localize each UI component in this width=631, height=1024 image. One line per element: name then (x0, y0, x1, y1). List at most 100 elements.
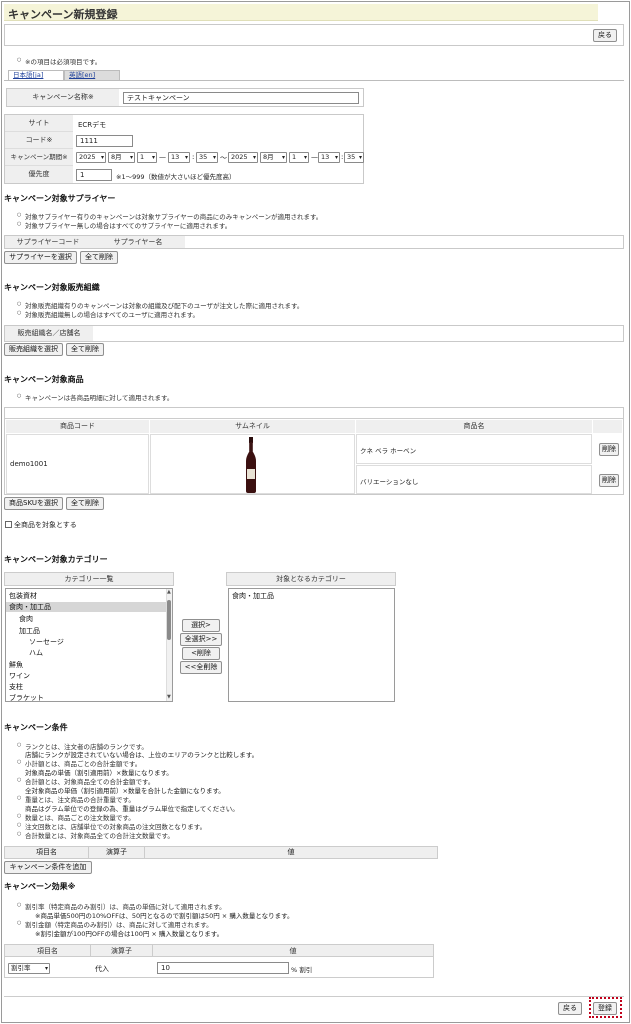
select-org-button[interactable]: 販売組織を選択 (4, 343, 63, 356)
chevron-down-icon: ▾ (334, 154, 338, 161)
dash-separator: — (159, 153, 166, 161)
chevron-down-icon: ▾ (129, 154, 133, 161)
priority-hint: ※1〜999（数値が大さいほど優先度高） (116, 173, 236, 181)
tab-divider (4, 80, 624, 81)
add-condition-button[interactable]: キャンペーン条件を追加 (4, 861, 92, 874)
select-supplier-button[interactable]: サプライヤーを選択 (4, 251, 77, 264)
end-month-select[interactable]: 8月 ▾ (260, 152, 287, 163)
tab-japanese[interactable]: 日本語[ja] (8, 70, 64, 80)
chevron-down-icon: ▾ (151, 154, 155, 161)
colon-separator: : (192, 153, 195, 161)
conditions-table-header: 項目名 演算子 値 (4, 846, 438, 859)
footer-toolbar (4, 996, 624, 1020)
start-year-select[interactable]: 2025 ▾ (76, 152, 106, 163)
category-option[interactable]: 鮮魚 (9, 660, 23, 670)
product-col-actions (593, 420, 622, 433)
category-heading: キャンペーン対象カテゴリー (4, 555, 108, 564)
delete-all-org-button[interactable]: 全て削除 (66, 343, 104, 356)
delete-all-supplier-button[interactable]: 全て削除 (80, 251, 118, 264)
select-sku-button[interactable]: 商品SKUを選択 (4, 497, 63, 510)
product-code: demo1001 (10, 460, 48, 468)
end-year-select[interactable]: 2025 ▾ (228, 152, 258, 163)
scroll-down-icon[interactable]: ▼ (167, 694, 171, 700)
effect-unit: % 割引 (291, 966, 313, 974)
chevron-down-icon: ▾ (100, 154, 104, 161)
effect-value-input[interactable]: 10 (157, 962, 289, 974)
chevron-down-icon: ▾ (281, 154, 285, 161)
period-label: キャンペーン期間※ (5, 149, 73, 166)
delete-variant-button[interactable]: 削除 (599, 474, 619, 487)
remove-category-button[interactable]: <削除 (182, 647, 220, 660)
all-products-checkbox[interactable] (5, 521, 12, 528)
campaign-basic-table: サイト ECRデモ コード※ 1111 キャンペーン期間※ 2025 ▾ 8月 ▾ … (4, 114, 364, 184)
start-month-select[interactable]: 8月 ▾ (108, 152, 135, 163)
priority-label: 優先度 (5, 166, 73, 183)
effect-col-value: 値 (153, 945, 433, 957)
category-scrollbar-thumb[interactable] (167, 600, 171, 640)
product-table-spacer (5, 408, 623, 419)
category-option[interactable]: 包装資材 (9, 591, 37, 601)
site-label: サイト (5, 115, 73, 132)
conditions-col-value: 値 (287, 848, 295, 856)
org-heading: キャンペーン対象販売組織 (4, 283, 100, 292)
product-table: 商品コード サムネイル 商品名 demo1001 クネ ベラ ホーベン バリエー… (4, 407, 624, 495)
register-button[interactable]: 登録 (593, 1002, 617, 1015)
back-button-top[interactable]: 戻る (593, 29, 617, 42)
page-title: キャンペーン新規登録 (8, 8, 118, 21)
product-variant-name: クネ ベラ ホーベン (360, 447, 417, 455)
product-variant-name: バリエーションなし (360, 478, 419, 486)
select-category-button[interactable]: 選択> (182, 619, 220, 632)
product-col-name: 商品名 (356, 420, 592, 433)
effect-col-item: 項目名 (5, 945, 91, 957)
priority-input[interactable]: 1 (76, 169, 112, 181)
category-listbox[interactable]: 包装資材 食肉・加工品 食肉 加工品 ソーセージ ハム 鮮魚 ワイン 支柱 ブラ… (5, 588, 173, 702)
product-heading: キャンペーン対象商品 (4, 375, 84, 384)
category-option[interactable]: ワイン (9, 671, 30, 681)
select-all-category-button[interactable]: 全選択>> (180, 633, 222, 646)
tab-english[interactable]: 英語[en] (64, 70, 120, 80)
scroll-up-icon[interactable]: ▲ (167, 589, 171, 595)
start-hour-select[interactable]: 13 ▾ (168, 152, 190, 163)
remove-all-category-button[interactable]: <<全削除 (180, 661, 222, 674)
end-hour-select[interactable]: 13 ▾ (318, 152, 340, 163)
chevron-down-icon: ▾ (44, 965, 48, 972)
delete-variant-button[interactable]: 削除 (599, 443, 619, 456)
campaign-name-input[interactable]: テストキャンペーン (123, 92, 359, 104)
effect-note-detail: ※割引金額が100円OFFの場合は100円 × 購入数量となります。 (35, 930, 224, 938)
org-col-name: 販売組織名／店舗名 (5, 326, 93, 341)
back-button-bottom[interactable]: 戻る (558, 1002, 582, 1015)
target-category-option[interactable]: 食肉・加工品 (232, 591, 274, 601)
required-note: ※の項目は必須項目です。 (17, 56, 101, 66)
end-minute-select[interactable]: 35 ▾ (344, 152, 364, 163)
colon-separator: : (341, 153, 344, 161)
conditions-col-operator: 演算子 (89, 847, 145, 858)
effect-heading: キャンペーン効果※ (4, 882, 76, 891)
start-day-select[interactable]: 1 ▾ (137, 152, 157, 163)
dash-separator: — (311, 153, 318, 161)
conditions-col-item: 項目名 (5, 847, 89, 858)
supplier-heading: キャンペーン対象サプライヤー (4, 194, 116, 203)
campaign-name-label: キャンペーン名称※ (7, 89, 119, 106)
category-option[interactable]: ハム (29, 648, 43, 658)
site-value: ECRデモ (78, 121, 107, 129)
org-table: 販売組織名／店舗名 (4, 325, 624, 342)
category-option-selected[interactable]: 食肉・加工品 (6, 602, 166, 612)
category-option[interactable]: ソーセージ (29, 637, 64, 647)
target-category-listbox[interactable]: 食肉・加工品 (228, 588, 395, 702)
category-option[interactable]: 支柱 (9, 682, 23, 692)
supplier-col-code: サプライヤーコード (5, 236, 91, 248)
category-option[interactable]: 食肉 (19, 614, 33, 624)
condition-note: 合計数量とは、対象商品全ての合計注文数量です。 (17, 830, 174, 840)
chevron-down-icon: ▾ (212, 154, 216, 161)
end-day-select[interactable]: 1 ▾ (289, 152, 309, 163)
product-col-code: 商品コード (6, 420, 149, 433)
start-minute-select[interactable]: 35 ▾ (196, 152, 218, 163)
category-option[interactable]: 加工品 (19, 626, 40, 636)
category-list-header: カテゴリー一覧 (5, 573, 173, 585)
supplier-col-name: サプライヤー名 (91, 236, 185, 248)
effect-item-select[interactable]: 割引率 ▾ (8, 963, 50, 974)
supplier-table: サプライヤーコード サプライヤー名 (4, 235, 624, 249)
category-option[interactable]: ブラケット (9, 693, 44, 701)
delete-all-product-button[interactable]: 全て削除 (66, 497, 104, 510)
code-input[interactable]: 1111 (76, 135, 133, 147)
